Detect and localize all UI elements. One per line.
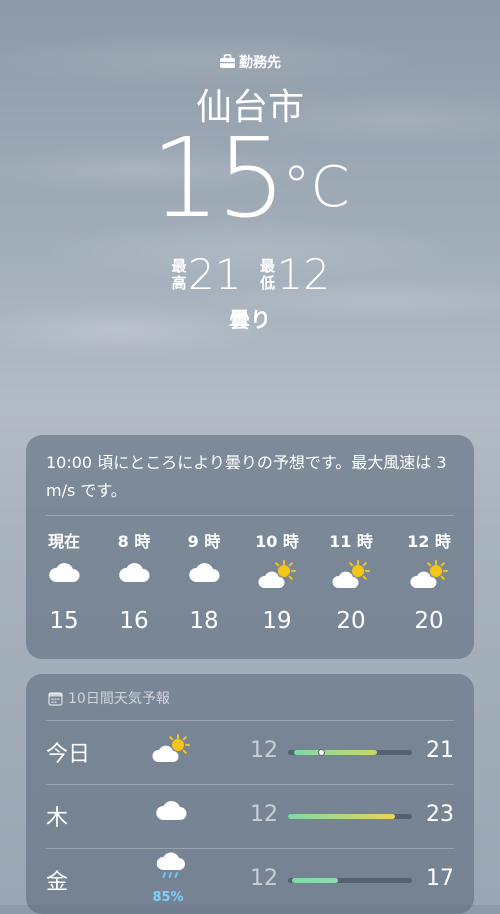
day-label: 金 [46, 870, 69, 895]
temp-range-fill [288, 814, 395, 819]
high-temp: 23 [426, 802, 454, 827]
forecast-header: 10日間天気予報 [48, 688, 170, 708]
low-temp: 12 [250, 802, 278, 827]
temp-range-bar [288, 814, 412, 819]
hourly-summary: 10:00 頃にところにより曇りの予想です。最大風速は 3 m/s です。 [46, 453, 447, 500]
current-temperature: 15°C [0, 118, 500, 238]
partly-sunny-icon [146, 734, 196, 768]
hour-temp: 15 [49, 608, 79, 634]
temp-range-bar [288, 878, 412, 883]
high-temp: 21 [188, 250, 242, 299]
hour-item: 8 時 16 [99, 528, 169, 634]
hour-item: 9 時 18 [169, 528, 239, 634]
forecast-title: 10日間天気予報 [68, 691, 170, 707]
low-temp: 12 [250, 738, 278, 763]
forecast-row[interactable]: 金 85% 12 17 [26, 848, 474, 912]
low-temp: 12 [250, 866, 278, 891]
partly-sunny-icon [316, 560, 386, 596]
hourly-forecast-card[interactable]: 10:00 頃にところにより曇りの予想です。最大風速は 3 m/s です。 現在… [26, 435, 474, 659]
cloud-icon [169, 560, 239, 596]
partly-sunny-icon [242, 560, 312, 596]
hour-temp: 20 [414, 608, 444, 634]
hour-time: 11 時 [329, 532, 373, 551]
divider [46, 515, 454, 516]
high-low: 最高21 最低12 [0, 250, 500, 299]
rain-icon [146, 852, 196, 886]
cloud-icon [29, 560, 99, 596]
hour-time: 現在 [47, 532, 80, 551]
hour-temp: 20 [336, 608, 366, 634]
low-temp: 12 [276, 250, 330, 299]
hour-time: 8 時 [117, 532, 151, 551]
cloud-icon [146, 798, 196, 826]
hour-item: 10 時 19 [242, 528, 312, 634]
hour-time: 12 時 [407, 532, 451, 551]
hour-item: 12 時 20 [394, 528, 464, 634]
hour-time: 10 時 [255, 532, 299, 551]
low-label: 最低 [260, 256, 276, 292]
forecast-row[interactable]: 今日 12 21 [26, 720, 474, 784]
temp-range-fill [292, 878, 338, 883]
hour-temp: 16 [119, 608, 149, 634]
location-tag: 勤務先 [0, 52, 500, 73]
hour-item: 現在 15 [29, 528, 99, 634]
day-label: 今日 [46, 742, 91, 767]
calendar-icon [48, 692, 63, 706]
temperature-value: 15 [150, 114, 286, 242]
hour-time: 9 時 [187, 532, 221, 551]
hour-temp: 19 [262, 608, 292, 634]
temp-range-bar [288, 749, 412, 756]
high-temp: 17 [426, 866, 454, 891]
location-tag-label: 勤務先 [239, 55, 281, 71]
condition-text: 曇り [229, 308, 271, 332]
temperature-unit: °C [282, 155, 350, 220]
temp-range-fill [294, 750, 377, 755]
high-temp: 21 [426, 738, 454, 763]
partly-sunny-icon [394, 560, 464, 596]
forecast-row[interactable]: 木 12 23 [26, 784, 474, 848]
cloud-icon [99, 560, 169, 596]
ten-day-forecast-card[interactable]: 10日間天気予報 今日 12 21 木 12 23 金 85% 12 17 [26, 674, 474, 914]
high-label: 最高 [171, 256, 187, 292]
hour-temp: 18 [189, 608, 219, 634]
day-label: 木 [46, 806, 69, 831]
current-temp-marker [318, 749, 325, 756]
briefcase-icon [219, 54, 236, 73]
precip-chance: 85% [152, 890, 184, 905]
hour-item: 11 時 20 [316, 528, 386, 634]
